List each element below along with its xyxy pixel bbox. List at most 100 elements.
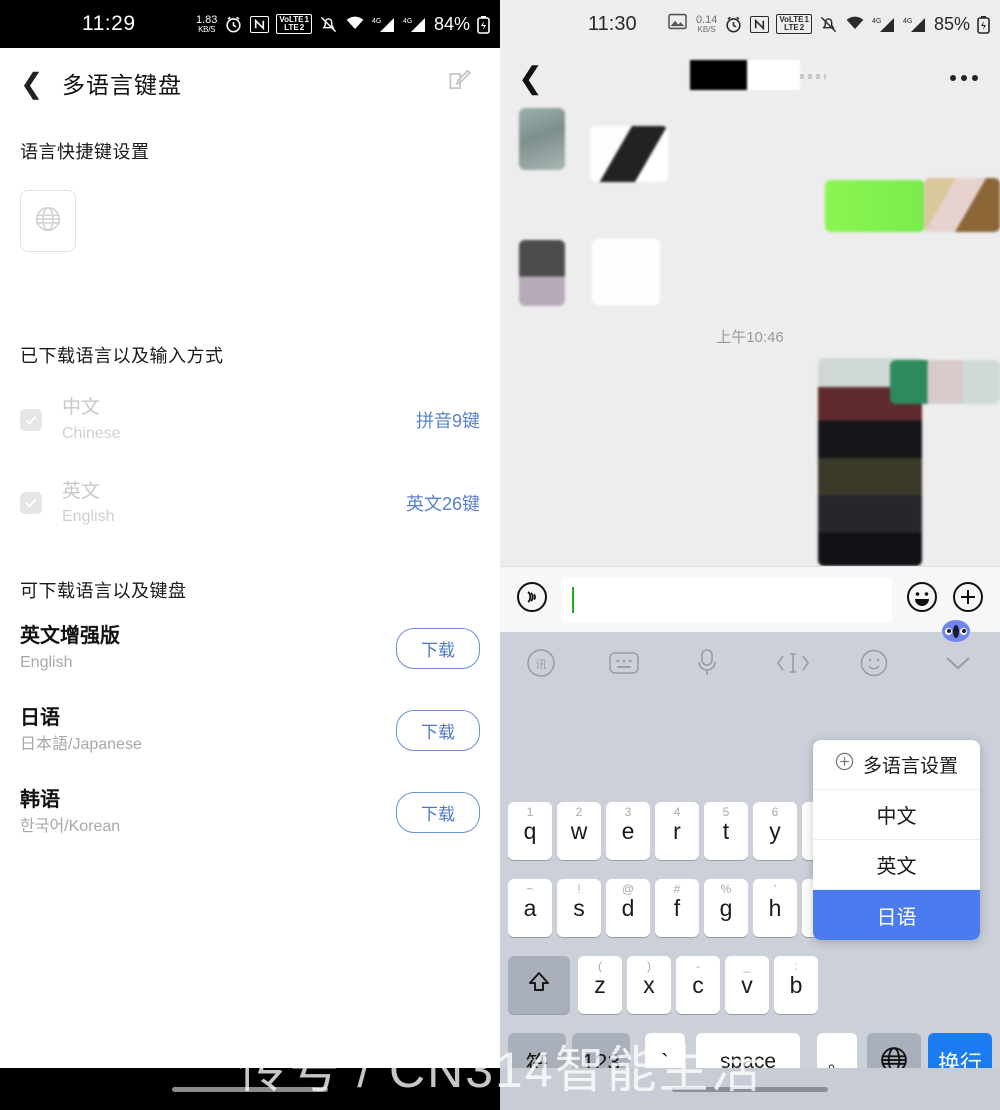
network-speed-indicator: 1.83 KB/S: [195, 13, 218, 34]
message-thumbnail: [924, 178, 1000, 232]
language-labels: 英文增强版 English: [20, 621, 120, 675]
more-options-icon[interactable]: [950, 75, 978, 81]
chevron-down-icon[interactable]: [943, 653, 973, 673]
language-name: 英文: [62, 480, 101, 502]
ime-logo-icon[interactable]: 讯: [526, 648, 556, 678]
input-mode-link[interactable]: 拼音9键: [416, 407, 480, 433]
left-phone-panel: 11:29 1.83 KB/S VoLTE 1 LTE 2 4G 4G 84% …: [0, 0, 500, 1110]
left-home-indicator-bar: [0, 1068, 500, 1110]
keyboard-layout-icon[interactable]: [609, 651, 639, 675]
language-subtitle: Chinese: [62, 424, 121, 442]
key-c[interactable]: -c: [676, 956, 720, 1014]
plus-circle-icon: [835, 752, 854, 777]
wifi-icon: [845, 16, 865, 32]
shortcut-section-title: 语言快捷键设置: [20, 142, 150, 162]
download-button[interactable]: 下载: [396, 791, 480, 833]
signal-icon: 4G: [403, 16, 427, 33]
emoji-icon[interactable]: [906, 581, 938, 618]
signal-icon: 4G: [872, 16, 896, 33]
key-t[interactable]: 5t: [704, 802, 748, 860]
voice-input-icon[interactable]: [516, 581, 548, 618]
key-s[interactable]: ! s: [557, 879, 601, 937]
signal-icon: 4G: [372, 16, 396, 33]
list-item: 日语 日本語/Japanese 下载: [20, 703, 480, 757]
globe-shortcut-key[interactable]: [20, 190, 76, 252]
popup-option-japanese[interactable]: 日语: [813, 890, 980, 940]
key-v[interactable]: _ v: [725, 956, 769, 1014]
download-button[interactable]: 下载: [396, 709, 480, 751]
key-g[interactable]: % g: [704, 879, 748, 937]
page-title: 多语言键盘: [62, 72, 182, 98]
battery-icon: [977, 15, 990, 34]
status-bar-icons: 1.83 KB/S VoLTE 1 LTE 2 4G 4G 84%: [196, 14, 490, 35]
right-home-indicator-bar: [500, 1068, 1000, 1110]
language-labels: 韩语 한국어/Korean: [20, 785, 120, 839]
downloaded-section-title: 已下载语言以及输入方式: [20, 346, 224, 366]
key-h[interactable]: ' h: [753, 879, 797, 937]
popup-option-english[interactable]: 英文: [813, 840, 980, 890]
message-bubble: [825, 180, 925, 232]
plus-icon[interactable]: [952, 581, 984, 618]
battery-percent: 85%: [933, 13, 970, 34]
key-r[interactable]: 4r: [655, 802, 699, 860]
language-name: 日语: [20, 707, 60, 730]
volte-icon: VoLTE 1 LTE 2: [276, 13, 312, 35]
language-subtitle: English: [62, 508, 115, 526]
avatar: [519, 240, 565, 306]
list-item[interactable]: 中文 Chinese 拼音9键: [20, 394, 480, 446]
microphone-icon[interactable]: [696, 648, 718, 678]
language-labels: 英文 English: [62, 478, 114, 530]
key-q[interactable]: 1q: [508, 802, 552, 860]
language-labels: 中文 Chinese: [62, 394, 121, 446]
download-button[interactable]: 下载: [396, 627, 480, 669]
input-mode-link[interactable]: 英文26键: [406, 490, 480, 516]
language-checkbox[interactable]: [20, 408, 42, 431]
key-a[interactable]: ~ a: [508, 879, 552, 937]
svg-text:4G: 4G: [872, 18, 881, 25]
key-w[interactable]: 2w: [557, 802, 601, 860]
message-input[interactable]: [562, 577, 892, 622]
home-indicator[interactable]: [172, 1086, 328, 1092]
key-y[interactable]: 6y: [753, 802, 797, 860]
key-x[interactable]: ) x: [627, 956, 671, 1014]
list-item[interactable]: 英文 English 英文26键: [20, 478, 480, 530]
compose-icon[interactable]: [446, 68, 472, 99]
key-f[interactable]: # f: [655, 879, 699, 937]
emoji-icon[interactable]: [860, 649, 888, 677]
shift-icon: [524, 968, 554, 1003]
left-status-bar: 11:29 1.83 KB/S VoLTE 1 LTE 2 4G 4G 84%: [0, 0, 500, 48]
chat-input-bar: [500, 566, 1000, 632]
bird-mascot-icon[interactable]: [942, 620, 970, 642]
image-icon: [668, 13, 687, 35]
key-e[interactable]: 3e: [606, 802, 650, 860]
key-b[interactable]: :b: [774, 956, 818, 1014]
keyboard-toolbar: 讯: [500, 620, 1000, 694]
key-z[interactable]: (z: [578, 956, 622, 1014]
contact-name-ellipsis: [800, 74, 826, 79]
back-button[interactable]: ❮: [518, 61, 543, 96]
language-checkbox[interactable]: [20, 492, 42, 515]
nfc-icon: [250, 15, 270, 33]
left-content: 语言快捷键设置 已下载语言以及输入方式 中文 Chinese 拼音9键 英文 E…: [0, 138, 500, 839]
cursor-move-icon[interactable]: [776, 650, 810, 676]
shift-key[interactable]: [508, 956, 570, 1014]
back-button[interactable]: ❮: [20, 67, 50, 100]
popup-option-chinese[interactable]: 中文: [813, 790, 980, 840]
popup-multilingual-settings[interactable]: 多语言设置: [813, 740, 980, 790]
language-name: 英文增强版: [20, 625, 120, 648]
list-item: 英文增强版 English 下载: [20, 621, 480, 675]
left-app-header: ❮ 多语言键盘: [0, 48, 500, 118]
language-subtitle: 한국어/Korean: [20, 818, 121, 836]
globe-icon: [33, 204, 63, 239]
svg-text:4G: 4G: [403, 18, 412, 25]
language-subtitle: English: [20, 654, 73, 672]
signal-icon: 4G: [903, 16, 927, 33]
language-switch-popup: 多语言设置 中文 英文 日语: [813, 740, 980, 940]
key-d[interactable]: @ d: [606, 879, 650, 937]
status-bar-time: 11:30: [588, 12, 637, 35]
home-indicator[interactable]: [672, 1086, 828, 1092]
right-status-bar: 11:30 0.14 KB/S VoLTE 1 LTE 2 4G 4G 85%: [500, 0, 1000, 48]
message-image-extension: [890, 360, 1000, 404]
popup-settings-label: 多语言设置: [862, 756, 958, 777]
language-name: 韩语: [20, 789, 60, 812]
